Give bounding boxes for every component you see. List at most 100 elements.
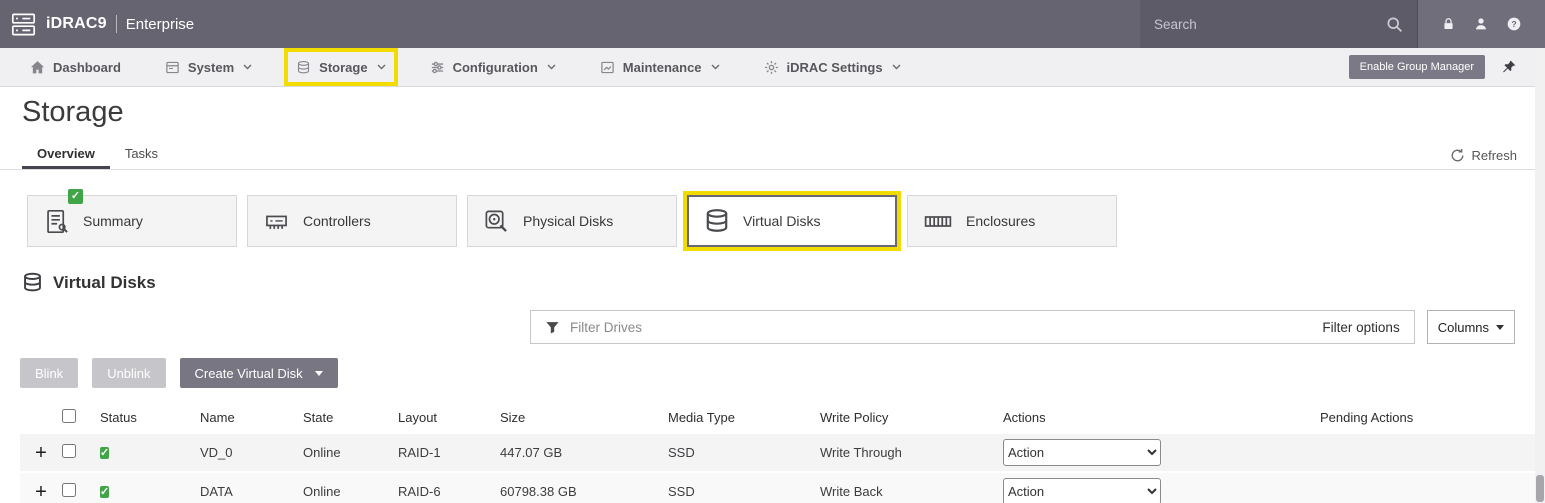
status-ok-icon: ✓ bbox=[100, 447, 109, 459]
cell-layout: RAID-1 bbox=[398, 445, 500, 460]
select-all-checkbox-input[interactable] bbox=[62, 409, 76, 423]
tab-tasks[interactable]: Tasks bbox=[110, 141, 173, 169]
cell-layout: RAID-6 bbox=[398, 484, 500, 499]
cell-size: 60798.38 GB bbox=[500, 484, 668, 499]
pin-icon[interactable] bbox=[1501, 59, 1517, 75]
filter-drives-input[interactable] bbox=[570, 320, 1312, 335]
chevron-down-icon bbox=[892, 64, 901, 70]
tabs: Overview Tasks bbox=[22, 141, 173, 169]
blink-button[interactable]: Blink bbox=[20, 358, 78, 388]
idrac-logo-icon bbox=[10, 11, 37, 38]
virtual-disks-icon bbox=[704, 208, 730, 234]
card-label: Physical Disks bbox=[523, 213, 613, 229]
filter-box: Filter options bbox=[530, 310, 1415, 344]
expand-plus-icon[interactable]: + bbox=[20, 482, 62, 502]
table-row: + ✓ DATA Online RAID-6 60798.38 GB SSD W… bbox=[20, 473, 1545, 503]
row-checkbox[interactable] bbox=[62, 444, 100, 461]
toolbar: Blink Unblink Create Virtual Disk bbox=[20, 358, 1545, 388]
main-content: Storage Overview Tasks Refresh Summary ✓ bbox=[0, 96, 1545, 503]
cell-write-policy: Write Back bbox=[820, 484, 1003, 499]
nav-item-storage[interactable]: Storage bbox=[296, 60, 385, 75]
tab-overview[interactable]: Overview bbox=[22, 141, 110, 169]
card-enclosures[interactable]: Enclosures bbox=[907, 195, 1117, 247]
cell-size: 447.07 GB bbox=[500, 445, 668, 460]
row-checkbox-input[interactable] bbox=[62, 444, 76, 458]
cell-state: Online bbox=[303, 484, 398, 499]
filter-options-link[interactable]: Filter options bbox=[1322, 320, 1399, 335]
brand-edition: Enterprise bbox=[126, 16, 194, 33]
card-label: Summary bbox=[83, 213, 143, 229]
action-select[interactable]: Action bbox=[1003, 478, 1161, 503]
virtual-disks-icon bbox=[22, 272, 43, 293]
tabs-row: Overview Tasks Refresh bbox=[0, 142, 1545, 170]
card-virtual-disks[interactable]: Virtual Disks bbox=[687, 195, 897, 247]
lock-icon[interactable] bbox=[1441, 16, 1456, 32]
gear-icon bbox=[764, 60, 779, 75]
cell-media-type: SSD bbox=[668, 445, 820, 460]
topbar-icons: ? bbox=[1417, 0, 1545, 48]
section-title-text: Virtual Disks bbox=[53, 273, 156, 293]
physical-disks-icon bbox=[483, 208, 510, 235]
enable-group-manager-button[interactable]: Enable Group Manager bbox=[1349, 55, 1485, 79]
system-icon bbox=[165, 60, 180, 75]
header-size: Size bbox=[500, 410, 668, 425]
refresh-label: Refresh bbox=[1471, 148, 1517, 163]
refresh-icon bbox=[1450, 148, 1465, 163]
nav-label: Maintenance bbox=[623, 60, 702, 75]
brand: iDRAC9 Enterprise bbox=[0, 11, 1140, 38]
page-title: Storage bbox=[22, 96, 1545, 129]
card-controllers[interactable]: Controllers bbox=[247, 195, 457, 247]
card-physical-disks[interactable]: Physical Disks bbox=[467, 195, 677, 247]
nav-item-system[interactable]: System bbox=[165, 60, 252, 75]
maintenance-icon bbox=[600, 60, 615, 75]
nav-label: Configuration bbox=[453, 60, 538, 75]
search-icon[interactable] bbox=[1386, 16, 1403, 33]
nav-label: Dashboard bbox=[53, 60, 121, 75]
summary-icon bbox=[43, 208, 70, 235]
scrollbar-thumb[interactable] bbox=[1536, 475, 1544, 502]
filter-row: Filter options Columns bbox=[530, 310, 1515, 344]
header-status: Status bbox=[100, 410, 200, 425]
user-icon[interactable] bbox=[1473, 16, 1489, 32]
cell-write-policy: Write Through bbox=[820, 445, 1003, 460]
row-checkbox-input[interactable] bbox=[62, 483, 76, 497]
header-media-type: Media Type bbox=[668, 410, 820, 425]
columns-label: Columns bbox=[1438, 320, 1489, 335]
nav-item-dashboard[interactable]: Dashboard bbox=[30, 60, 121, 75]
help-icon[interactable]: ? bbox=[1506, 16, 1522, 32]
header-pending-actions: Pending Actions bbox=[1320, 410, 1520, 425]
header-name: Name bbox=[200, 410, 303, 425]
nav-label: iDRAC Settings bbox=[787, 60, 883, 75]
search-input[interactable] bbox=[1154, 17, 1386, 32]
chevron-down-icon bbox=[243, 64, 252, 70]
refresh-button[interactable]: Refresh bbox=[1450, 148, 1517, 163]
select-all-checkbox[interactable] bbox=[62, 409, 100, 426]
vertical-scrollbar[interactable] bbox=[1535, 48, 1545, 503]
cell-name: VD_0 bbox=[200, 445, 303, 460]
chevron-down-icon bbox=[1496, 325, 1504, 330]
search-bar[interactable] bbox=[1140, 0, 1417, 48]
header-write-policy: Write Policy bbox=[820, 410, 1003, 425]
nav-item-maintenance[interactable]: Maintenance bbox=[600, 60, 720, 75]
table-header-row: Status Name State Layout Size Media Type… bbox=[20, 400, 1545, 434]
nav-item-configuration[interactable]: Configuration bbox=[430, 60, 556, 75]
main-nav: Dashboard System Storage Confi bbox=[0, 48, 1545, 87]
status-ok-icon: ✓ bbox=[68, 189, 83, 204]
nav-item-idrac-settings[interactable]: iDRAC Settings bbox=[764, 60, 901, 75]
chevron-down-icon bbox=[547, 64, 556, 70]
unblink-button[interactable]: Unblink bbox=[92, 358, 165, 388]
columns-button[interactable]: Columns bbox=[1427, 310, 1515, 344]
row-checkbox[interactable] bbox=[62, 483, 100, 500]
idrac-app: iDRAC9 Enterprise ? bbox=[0, 0, 1545, 503]
storage-cards: Summary ✓ Controllers Physical Disks Vi bbox=[27, 195, 1545, 247]
brand-name: iDRAC9 bbox=[46, 15, 107, 33]
expand-plus-icon[interactable]: + bbox=[20, 443, 62, 463]
table-row: + ✓ VD_0 Online RAID-1 447.07 GB SSD Wri… bbox=[20, 434, 1545, 473]
storage-icon bbox=[296, 60, 311, 75]
configuration-icon bbox=[430, 60, 445, 75]
card-summary[interactable]: Summary ✓ bbox=[27, 195, 237, 247]
create-virtual-disk-button[interactable]: Create Virtual Disk bbox=[180, 358, 338, 388]
card-label: Controllers bbox=[303, 213, 371, 229]
action-select[interactable]: Action bbox=[1003, 439, 1161, 466]
brand-divider bbox=[116, 15, 117, 33]
